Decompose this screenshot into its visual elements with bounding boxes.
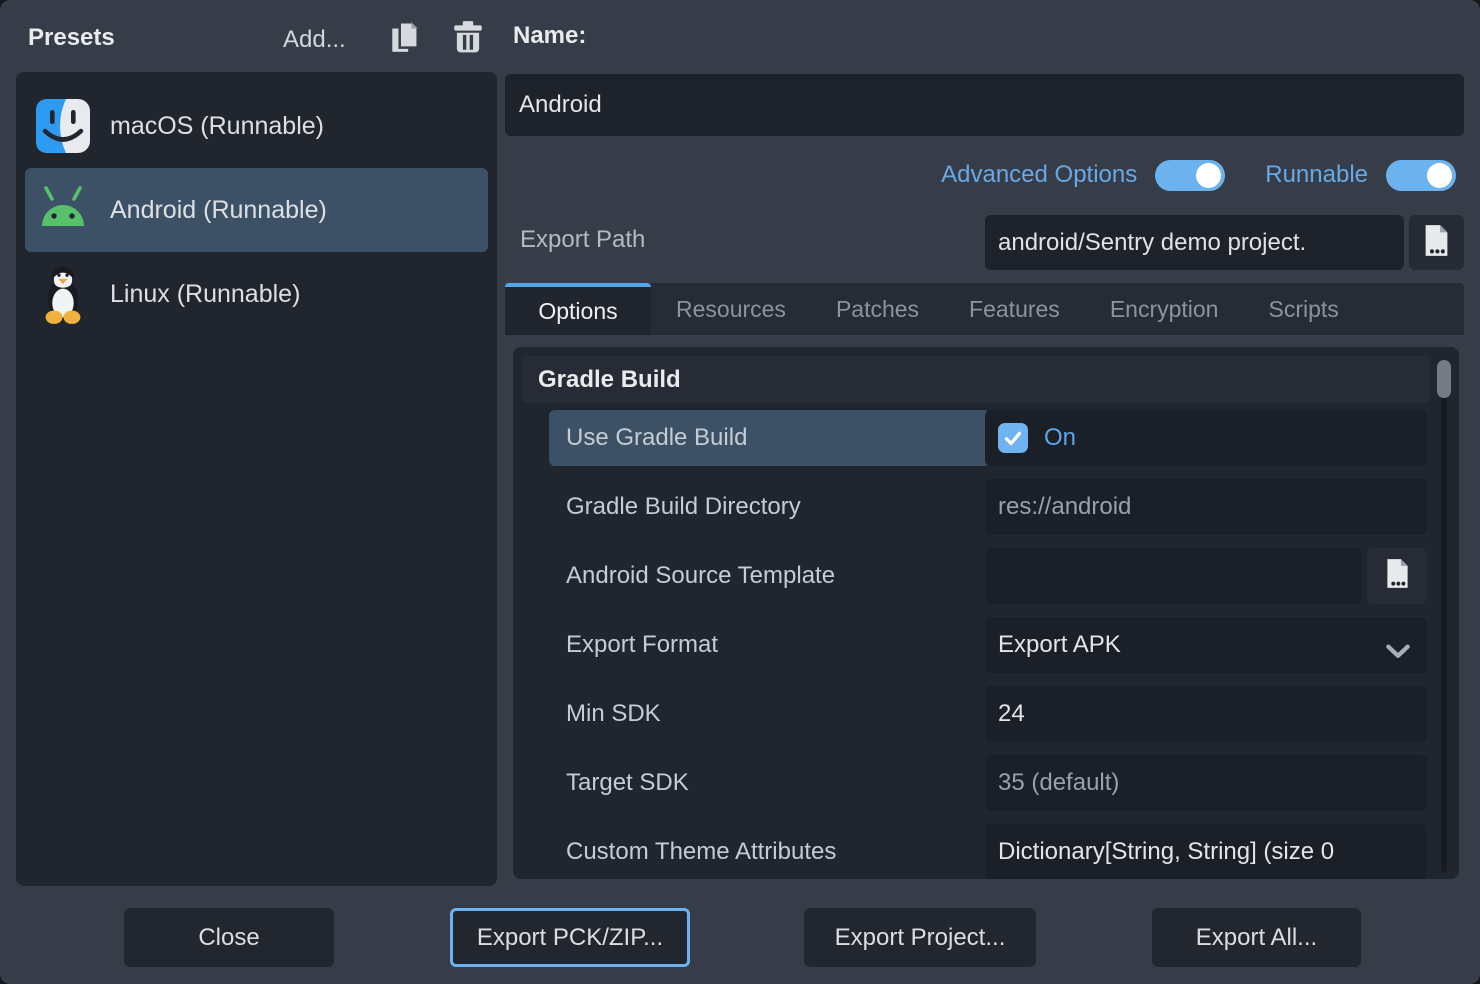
export-path-input[interactable] — [985, 215, 1404, 270]
preset-item-android[interactable]: Android (Runnable) — [25, 168, 488, 252]
duplicate-icon — [387, 19, 423, 60]
dropdown-export-format[interactable]: Export APK — [985, 617, 1427, 673]
value-field-custom-theme-attributes[interactable]: Dictionary[String, String] (size 0 — [985, 824, 1427, 879]
presets-title: Presets — [28, 24, 115, 52]
property-label-use-gradle-build[interactable]: Use Gradle Build — [549, 410, 990, 466]
preset-list: macOS (Runnable) Android (Runnable) Linu… — [16, 72, 497, 886]
duplicate-preset-button[interactable] — [386, 20, 424, 58]
preset-item-linux[interactable]: Linux (Runnable) — [25, 252, 488, 336]
toggle-label-advanced-options: Advanced Options — [941, 161, 1137, 189]
export-path-browse-button[interactable] — [1409, 215, 1464, 270]
value-field-gradle-build-directory[interactable]: res://android — [985, 479, 1427, 535]
export-dialog: Presets Add... macOS (Runnabl — [0, 0, 1480, 984]
property-row-min-sdk: Min SDK24 — [513, 686, 1459, 742]
tab-options[interactable]: Options — [505, 283, 651, 335]
checkbox-value-use-gradle-build[interactable]: On — [985, 410, 1427, 466]
toggle-switch-advanced-options[interactable] — [1155, 160, 1225, 191]
checkbox-checked-icon[interactable] — [998, 423, 1028, 453]
macos-finder-icon — [35, 98, 91, 154]
property-row-target-sdk: Target SDK35 (default) — [513, 755, 1459, 811]
property-label-export-format[interactable]: Export Format — [549, 617, 985, 673]
file-browse-button-android-source-template[interactable] — [1367, 548, 1427, 604]
linux-tux-icon — [35, 266, 91, 322]
export-options-tabbar: OptionsResourcesPatchesFeaturesEncryptio… — [505, 283, 1464, 335]
property-row-export-format: Export Format Export APK — [513, 617, 1459, 673]
file-field-android-source-template[interactable] — [985, 548, 1362, 604]
property-label-min-sdk[interactable]: Min SDK — [549, 686, 985, 742]
dropdown-selected-label: Export APK — [998, 631, 1121, 659]
checkbox-state-label: On — [1044, 424, 1076, 452]
toggles-row: Advanced Options Runnable — [505, 156, 1456, 194]
property-label-android-source-template[interactable]: Android Source Template — [549, 548, 985, 604]
chevron-down-icon — [1385, 638, 1411, 666]
tab-scripts[interactable]: Scripts — [1243, 283, 1363, 335]
preset-item-macos[interactable]: macOS (Runnable) — [25, 84, 488, 168]
delete-preset-button[interactable] — [449, 20, 487, 58]
toggle-label-runnable: Runnable — [1265, 161, 1368, 189]
property-label-gradle-build-directory[interactable]: Gradle Build Directory — [549, 479, 985, 535]
property-label-target-sdk[interactable]: Target SDK — [549, 755, 985, 811]
property-row-custom-theme-attributes: Custom Theme AttributesDictionary[String… — [513, 824, 1459, 879]
property-rows: Use Gradle Build On Gradle Build Directo… — [513, 410, 1459, 879]
tab-patches[interactable]: Patches — [811, 283, 944, 335]
add-preset-button[interactable]: Add... — [283, 26, 346, 54]
export-path-label: Export Path — [520, 226, 645, 254]
value-field-min-sdk[interactable]: 24 — [985, 686, 1427, 742]
scrollbar[interactable] — [1437, 360, 1451, 873]
options-panel: Gradle Build Use Gradle Build On Gradle … — [513, 347, 1459, 879]
toggle-switch-runnable[interactable] — [1386, 160, 1456, 191]
property-row-use-gradle-build: Use Gradle Build On — [513, 410, 1459, 466]
property-row-gradle-build-directory: Gradle Build Directoryres://android — [513, 479, 1459, 535]
name-input[interactable] — [505, 74, 1464, 136]
property-label-custom-theme-attributes[interactable]: Custom Theme Attributes — [549, 824, 985, 879]
export-all-button[interactable]: Export All... — [1152, 908, 1361, 967]
trash-icon — [450, 19, 486, 60]
toggle-knob — [1427, 163, 1452, 188]
tab-resources[interactable]: Resources — [651, 283, 811, 335]
tab-encryption[interactable]: Encryption — [1085, 283, 1244, 335]
file-dialog-icon — [1422, 223, 1451, 263]
export-project-button[interactable]: Export Project... — [804, 908, 1036, 967]
android-icon — [35, 182, 91, 238]
scrollbar-grabber[interactable] — [1437, 360, 1451, 398]
preset-item-label: Linux (Runnable) — [110, 280, 300, 309]
export-pck-zip-button[interactable]: Export PCK/ZIP... — [450, 908, 690, 967]
preset-item-label: Android (Runnable) — [110, 196, 327, 225]
tab-features[interactable]: Features — [944, 283, 1085, 335]
file-dialog-icon — [1384, 557, 1411, 595]
value-field-target-sdk[interactable]: 35 (default) — [985, 755, 1427, 811]
preset-item-label: macOS (Runnable) — [110, 112, 324, 141]
close-button[interactable]: Close — [124, 908, 334, 967]
toggle-knob — [1196, 163, 1221, 188]
scrollbar-track[interactable] — [1441, 360, 1447, 873]
property-row-android-source-template: Android Source Template — [513, 548, 1459, 604]
section-header-gradle-build: Gradle Build — [521, 356, 1431, 403]
name-label: Name: — [513, 22, 586, 50]
